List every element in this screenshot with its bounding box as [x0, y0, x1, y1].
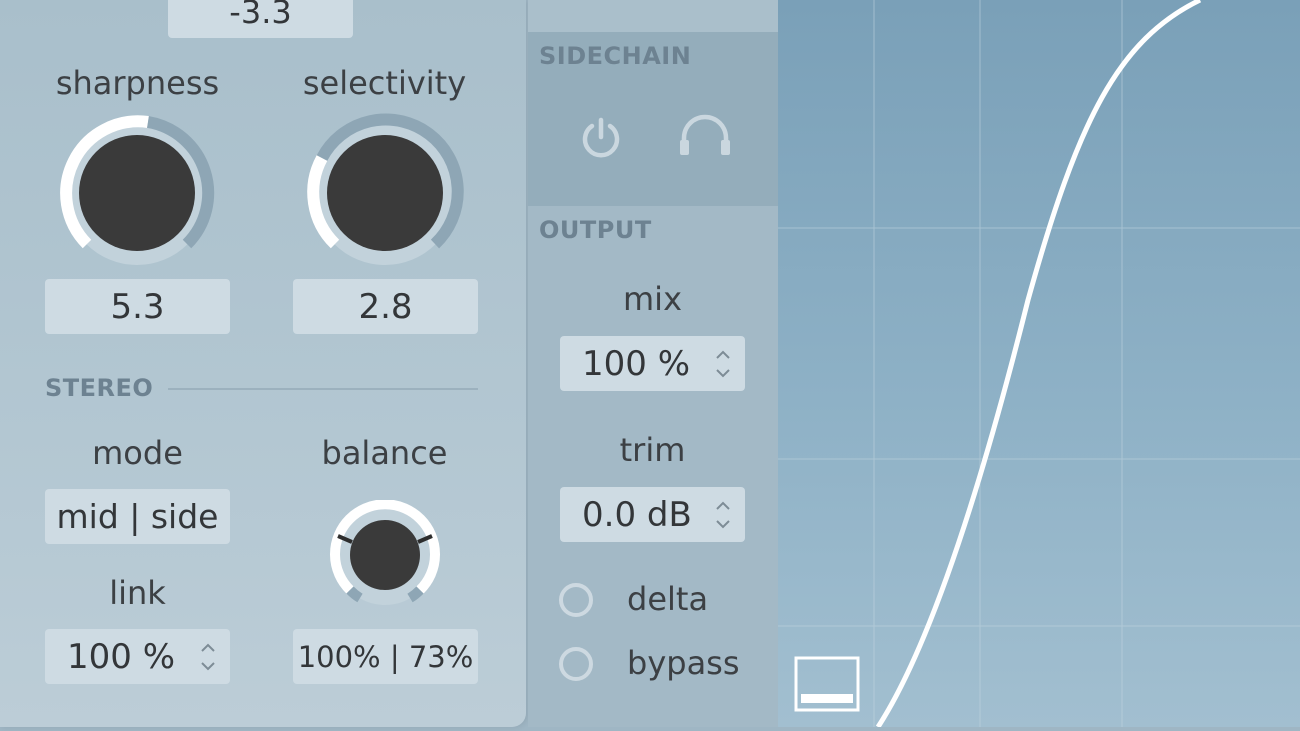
stereo-divider: [168, 388, 478, 390]
output-title: OUTPUT: [539, 216, 652, 244]
selectivity-knob[interactable]: [300, 108, 470, 278]
top-value-text: -3.3: [229, 0, 292, 31]
selectivity-value: 2.8: [358, 286, 413, 327]
middle-panel: SIDECHAIN OUTPUT mix 100 % trim 0.0 dB d…: [528, 0, 778, 727]
bypass-radio[interactable]: [559, 647, 593, 681]
balance-value-field[interactable]: 100% | 73%: [293, 629, 478, 684]
sharpness-label: sharpness: [55, 64, 220, 102]
stepper-arrows-icon[interactable]: [715, 346, 731, 382]
mid-top-strip: [528, 0, 778, 32]
trim-value-field[interactable]: 0.0 dB: [560, 487, 745, 542]
mode-label: mode: [92, 434, 183, 472]
left-panel: -3.3 sharpness 5.3 selectivity 2.8 STERE…: [0, 0, 526, 727]
output-section: OUTPUT mix 100 % trim 0.0 dB delta bypas…: [528, 206, 778, 727]
mode-selector[interactable]: mid | side: [45, 489, 230, 544]
link-value: 100 %: [67, 636, 176, 677]
selectivity-label: selectivity: [302, 64, 467, 102]
sidechain-title: SIDECHAIN: [539, 42, 692, 70]
sharpness-value-field[interactable]: 5.3: [45, 279, 230, 334]
top-value-field[interactable]: -3.3: [168, 0, 353, 38]
trim-value: 0.0 dB: [582, 494, 692, 535]
transfer-curve-plot[interactable]: [778, 0, 1300, 729]
stereo-title: STEREO: [45, 374, 154, 402]
bypass-label[interactable]: bypass: [627, 644, 740, 682]
sharpness-value: 5.3: [110, 286, 165, 327]
link-value-field[interactable]: 100 %: [45, 629, 230, 684]
panel-toggle-icon[interactable]: [794, 656, 860, 712]
power-icon[interactable]: [578, 114, 624, 160]
curve-graph: [778, 0, 1300, 729]
balance-value: 100% | 73%: [297, 639, 474, 674]
balance-knob[interactable]: [330, 499, 440, 610]
link-label: link: [109, 574, 166, 612]
headphones-icon[interactable]: [678, 114, 732, 158]
mode-value: mid | side: [56, 497, 219, 536]
sidechain-section: SIDECHAIN: [528, 32, 778, 206]
sharpness-knob[interactable]: [52, 108, 222, 278]
delta-label[interactable]: delta: [627, 580, 708, 618]
delta-radio[interactable]: [559, 583, 593, 617]
transfer-curve: [875, 0, 1202, 729]
mix-value: 100 %: [582, 343, 691, 384]
balance-label: balance: [321, 434, 448, 472]
stepper-arrows-icon[interactable]: [200, 639, 216, 675]
mix-label: mix: [623, 280, 682, 318]
stepper-arrows-icon[interactable]: [715, 497, 731, 533]
trim-label: trim: [619, 431, 686, 469]
selectivity-value-field[interactable]: 2.8: [293, 279, 478, 334]
mix-value-field[interactable]: 100 %: [560, 336, 745, 391]
